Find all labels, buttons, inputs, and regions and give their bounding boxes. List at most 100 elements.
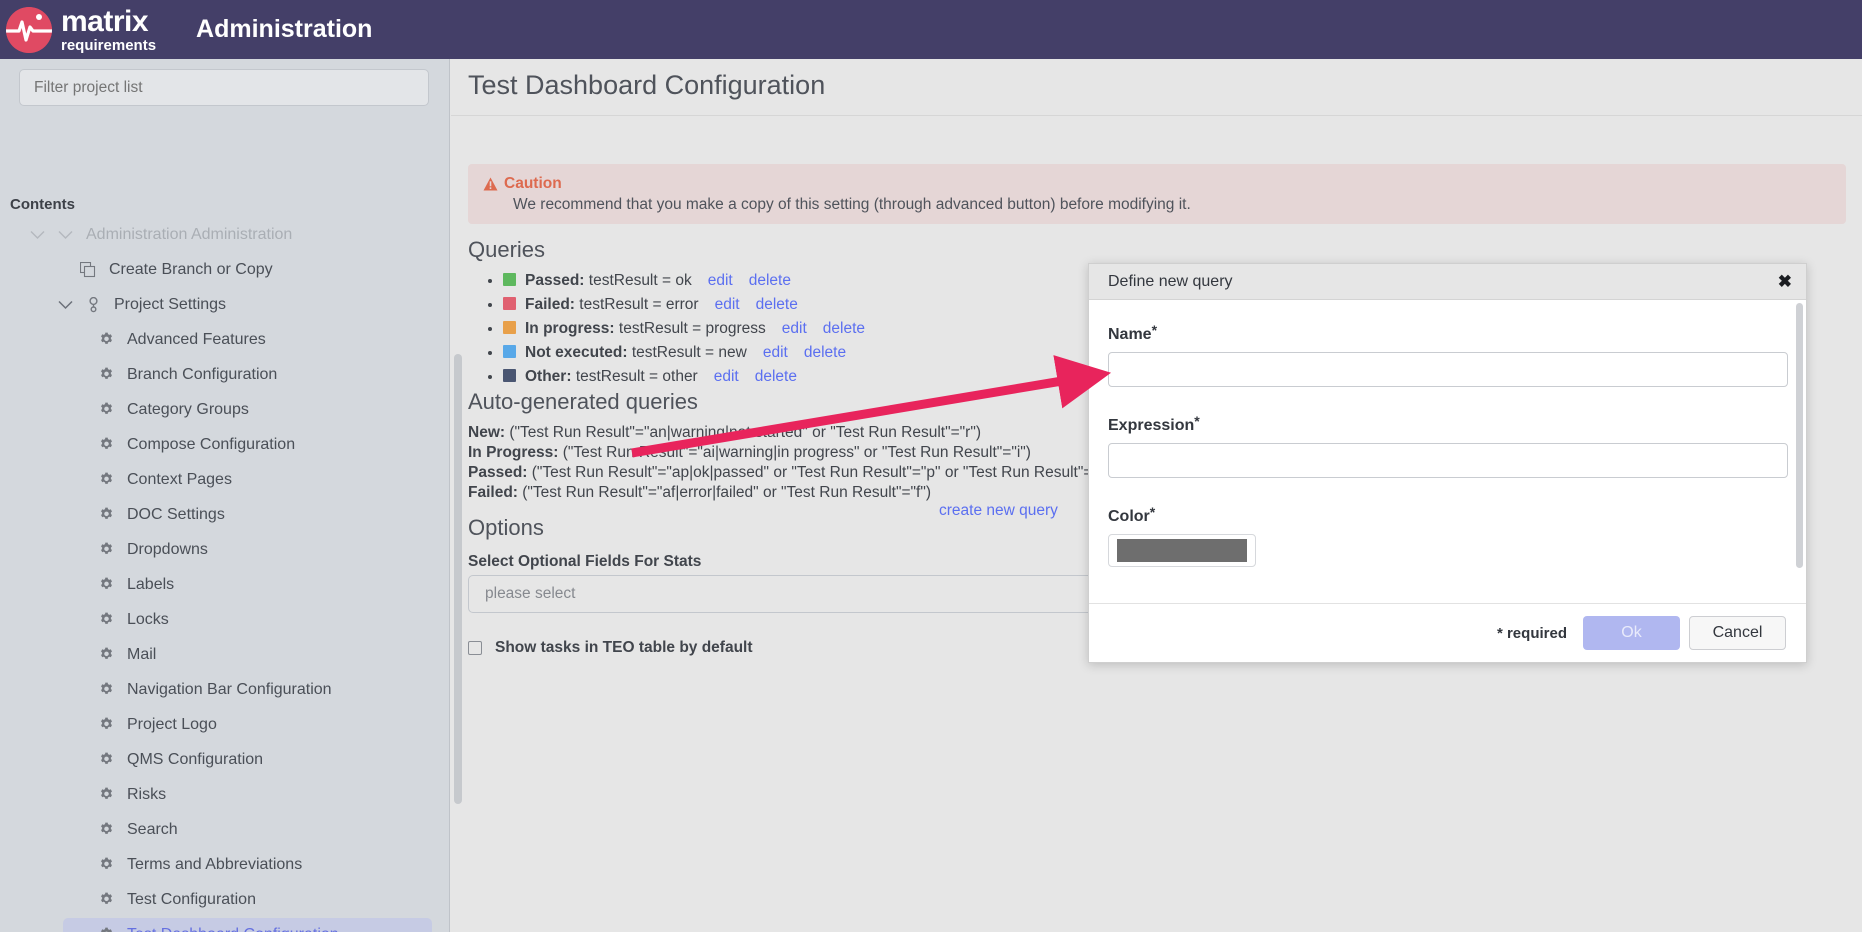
top-bar: matrix requirements Administration xyxy=(0,0,1862,59)
expression-field-label: Expression* xyxy=(1108,413,1787,435)
chevron-down-icon[interactable] xyxy=(58,297,74,313)
sidebar-item-label: Dropdowns xyxy=(127,540,208,558)
sidebar-item-search[interactable]: Search xyxy=(0,812,450,847)
name-field-label-text: Name xyxy=(1108,326,1152,343)
name-field-label: Name* xyxy=(1108,322,1787,344)
query-row: Other: testResult = other edit delete xyxy=(503,365,865,389)
sidebar-item-doc-settings[interactable]: DOC Settings xyxy=(0,497,450,532)
query-delete-link[interactable]: delete xyxy=(804,344,846,361)
gear-icon xyxy=(96,927,116,932)
optional-fields-select[interactable]: please select xyxy=(468,575,1148,613)
sidebar-item-locks[interactable]: Locks xyxy=(0,602,450,637)
sidebar-item-terms-and-abbreviations[interactable]: Terms and Abbreviations xyxy=(0,847,450,882)
autogenerated-queries-heading: Auto-generated queries xyxy=(468,389,698,414)
optional-fields-label: Select Optional Fields For Stats xyxy=(468,553,702,570)
query-name: Other: xyxy=(525,368,572,385)
chevron-down-icon[interactable] xyxy=(30,227,46,243)
query-name: Not executed: xyxy=(525,344,628,361)
sidebar-item-label: Advanced Features xyxy=(127,330,266,348)
logo-text-secondary: requirements xyxy=(61,36,157,54)
color-field-group: Color* xyxy=(1108,504,1787,567)
sidebar-item-label: QMS Configuration xyxy=(127,750,264,768)
sidebar-item-compose-configuration[interactable]: Compose Configuration xyxy=(0,427,450,462)
name-input[interactable] xyxy=(1108,352,1788,387)
caution-banner: Caution We recommend that you make a cop… xyxy=(468,164,1846,224)
sidebar-item-mail[interactable]: Mail xyxy=(0,637,450,672)
gear-icon xyxy=(96,507,116,522)
sidebar-item-create-branch-or-copy[interactable]: Create Branch or Copy xyxy=(0,252,450,287)
autogenerated-query-name: New: xyxy=(468,424,506,441)
dialog-title: Define new query xyxy=(1108,272,1233,290)
sidebar-item-test-dashboard-configuration[interactable]: Test Dashboard Configuration xyxy=(0,917,450,932)
sidebar-item-risks[interactable]: Risks xyxy=(0,777,450,812)
sidebar-item-context-pages[interactable]: Context Pages xyxy=(0,462,450,497)
color-field-label-text: Color xyxy=(1108,508,1150,525)
color-field-label: Color* xyxy=(1108,504,1787,526)
brand-logo[interactable]: matrix requirements xyxy=(6,6,157,54)
close-icon[interactable]: ✖ xyxy=(1778,273,1792,290)
sidebar-item-administration-administration[interactable]: Administration Administration xyxy=(0,217,450,252)
sidebar-item-project-logo[interactable]: Project Logo xyxy=(0,707,450,742)
query-delete-link[interactable]: delete xyxy=(755,368,797,385)
query-color-swatch xyxy=(503,297,516,310)
show-tasks-checkbox-row[interactable]: Show tasks in TEO table by default xyxy=(468,639,753,657)
query-edit-link[interactable]: edit xyxy=(714,368,739,385)
dialog-footer: * required Ok Cancel xyxy=(1089,603,1806,662)
main-scrollbar[interactable] xyxy=(454,354,462,804)
autogenerated-query-expression: ("Test Run Result"="ap|ok|passed" or "Te… xyxy=(527,464,1117,481)
sidebar: Contents Administration Administration Cr… xyxy=(0,59,450,932)
sidebar-item-navigation-bar-configuration[interactable]: Navigation Bar Configuration xyxy=(0,672,450,707)
sidebar-item-project-settings[interactable]: Project Settings xyxy=(0,287,450,322)
create-new-query-link[interactable]: create new query xyxy=(939,502,1058,520)
autogenerated-query-name: Passed: xyxy=(468,464,528,481)
query-color-swatch xyxy=(503,369,516,382)
sidebar-item-labels[interactable]: Labels xyxy=(0,567,450,602)
sidebar-item-label: Mail xyxy=(127,645,157,663)
sidebar-item-label: Labels xyxy=(127,575,175,593)
sidebar-item-dropdowns[interactable]: Dropdowns xyxy=(0,532,450,567)
gear-icon xyxy=(96,822,116,837)
sidebar-item-test-configuration[interactable]: Test Configuration xyxy=(0,882,450,917)
sidebar-item-label: Context Pages xyxy=(127,470,232,488)
show-tasks-checkbox[interactable] xyxy=(468,641,482,655)
sidebar-item-branch-configuration[interactable]: Branch Configuration xyxy=(0,357,450,392)
sidebar-item-label: Project Logo xyxy=(127,715,217,733)
sidebar-item-qms-configuration[interactable]: QMS Configuration xyxy=(0,742,450,777)
copy-icon xyxy=(78,261,98,278)
gear-icon xyxy=(96,612,116,627)
expression-field-label-text: Expression xyxy=(1108,417,1195,434)
sidebar-item-category-groups[interactable]: Category Groups xyxy=(0,392,450,427)
gear-icon xyxy=(96,717,116,732)
ok-button[interactable]: Ok xyxy=(1583,616,1680,650)
gear-icon xyxy=(96,367,116,382)
query-delete-link[interactable]: delete xyxy=(749,272,791,289)
sidebar-tree: Administration Administration Create Bran… xyxy=(0,217,450,932)
gear-icon xyxy=(96,857,116,872)
sidebar-item-label: Locks xyxy=(127,610,169,628)
expression-input[interactable] xyxy=(1108,443,1788,478)
cancel-button[interactable]: Cancel xyxy=(1689,616,1786,650)
query-name: In progress: xyxy=(525,320,615,337)
sidebar-item-label: Navigation Bar Configuration xyxy=(127,680,332,698)
required-note: * required xyxy=(1496,624,1567,642)
query-delete-link[interactable]: delete xyxy=(823,320,865,337)
project-filter-input[interactable] xyxy=(19,69,429,106)
sidebar-item-label: Test Configuration xyxy=(127,890,256,908)
query-delete-link[interactable]: delete xyxy=(756,296,798,313)
query-edit-link[interactable]: edit xyxy=(782,320,807,337)
query-row: Not executed: testResult = new edit delete xyxy=(503,341,865,365)
sidebar-item-label: Search xyxy=(127,820,178,838)
color-picker[interactable] xyxy=(1108,534,1256,567)
sidebar-item-advanced-features[interactable]: Advanced Features xyxy=(0,322,450,357)
query-edit-link[interactable]: edit xyxy=(763,344,788,361)
page-app-title: Administration xyxy=(196,15,373,43)
dialog-scrollbar[interactable] xyxy=(1796,303,1803,568)
required-marker: * xyxy=(1149,504,1156,520)
query-edit-link[interactable]: edit xyxy=(708,272,733,289)
define-new-query-dialog: Define new query ✖ Name* Expression* Col… xyxy=(1088,263,1807,663)
gear-icon xyxy=(96,472,116,487)
query-edit-link[interactable]: edit xyxy=(715,296,740,313)
settings-tree-icon xyxy=(83,296,103,313)
sidebar-item-label: Test Dashboard Configuration xyxy=(127,926,339,932)
caution-heading-row: Caution xyxy=(483,175,1846,193)
